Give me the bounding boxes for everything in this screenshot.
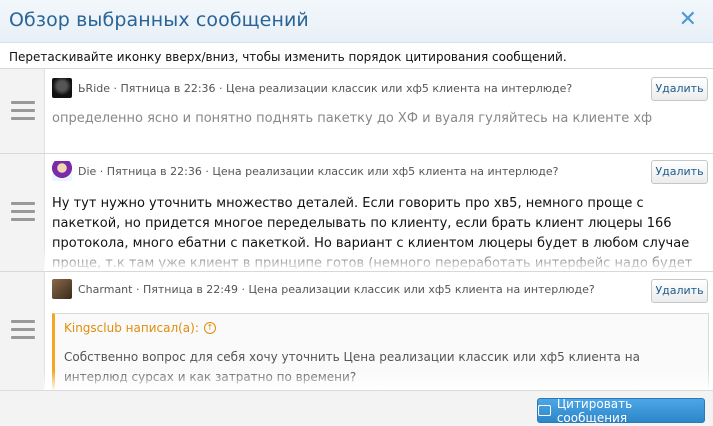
- meta-separator: ·: [215, 81, 227, 95]
- author-name[interactable]: ЬRide: [78, 82, 110, 95]
- message-text: определенно ясно и понятно поднять пакет…: [52, 111, 653, 126]
- delete-button[interactable]: Удалить: [651, 77, 708, 101]
- meta-separator: ·: [238, 282, 249, 296]
- quote-messages-button[interactable]: Цитировать сообщения: [537, 396, 705, 425]
- list-item: Charmant · Пятница в 22:49 · Цена реализ…: [0, 272, 713, 391]
- post-time[interactable]: Пятница в 22:49: [143, 283, 238, 296]
- meta-separator: ·: [201, 164, 213, 178]
- quote-block: Kingsclub написал(а): ↑ Собственно вопро…: [52, 313, 709, 391]
- arrow-up-icon[interactable]: ↑: [203, 322, 216, 334]
- message-text: Ну тут нужно уточнить множество деталей.…: [52, 196, 693, 271]
- post-time[interactable]: Пятница в 22:36: [107, 165, 202, 178]
- delete-button[interactable]: Удалить: [651, 160, 708, 184]
- quote-header: Kingsclub написал(а): ↑: [64, 321, 216, 335]
- avatar[interactable]: [52, 161, 72, 181]
- instruction-text: Перетаскивайте иконку вверх/вниз, чтобы …: [9, 50, 567, 64]
- list-item: Die · Пятница в 22:36 · Цена реализации …: [0, 154, 713, 272]
- meta-separator: ·: [110, 81, 121, 95]
- message-meta: Charmant · Пятница в 22:49 · Цена реализ…: [52, 279, 595, 299]
- drag-handle-icon[interactable]: [0, 154, 45, 271]
- drag-handle-icon[interactable]: [0, 272, 45, 391]
- thread-title[interactable]: Цена реализации классик или хф5 клиента …: [212, 165, 558, 178]
- meta-separator: ·: [132, 282, 143, 296]
- author-name[interactable]: Charmant: [78, 283, 132, 296]
- message-meta: ЬRide · Пятница в 22:36 · Цена реализаци…: [52, 78, 572, 98]
- post-time[interactable]: Пятница в 22:36: [121, 82, 216, 95]
- dialog-title: Обзор выбранных сообщений: [9, 9, 309, 31]
- dialog-footer: Цитировать сообщения: [0, 390, 713, 426]
- author-name[interactable]: Die: [78, 165, 96, 178]
- quote-author[interactable]: Kingsclub написал(а):: [64, 321, 199, 335]
- message-meta: Die · Пятница в 22:36 · Цена реализации …: [52, 161, 559, 181]
- delete-button[interactable]: Удалить: [651, 279, 708, 303]
- thread-title[interactable]: Цена реализации классик или хф5 клиента …: [249, 283, 595, 296]
- quote-icon: [538, 405, 551, 416]
- avatar[interactable]: [52, 279, 72, 299]
- quote-text: Собственно вопрос для себя хочу уточнить…: [64, 350, 640, 384]
- message-list: ЬRide · Пятница в 22:36 · Цена реализаци…: [0, 68, 713, 391]
- drag-handle-icon[interactable]: [0, 69, 45, 153]
- list-item: ЬRide · Пятница в 22:36 · Цена реализаци…: [0, 69, 713, 154]
- avatar[interactable]: [52, 78, 72, 98]
- meta-separator: ·: [96, 164, 107, 178]
- thread-title[interactable]: Цена реализации классик или хф5 клиента …: [226, 82, 572, 95]
- close-icon[interactable]: ✕: [679, 9, 697, 31]
- dialog-header: Обзор выбранных сообщений ✕: [0, 0, 713, 43]
- quote-button-label: Цитировать сообщения: [556, 396, 633, 425]
